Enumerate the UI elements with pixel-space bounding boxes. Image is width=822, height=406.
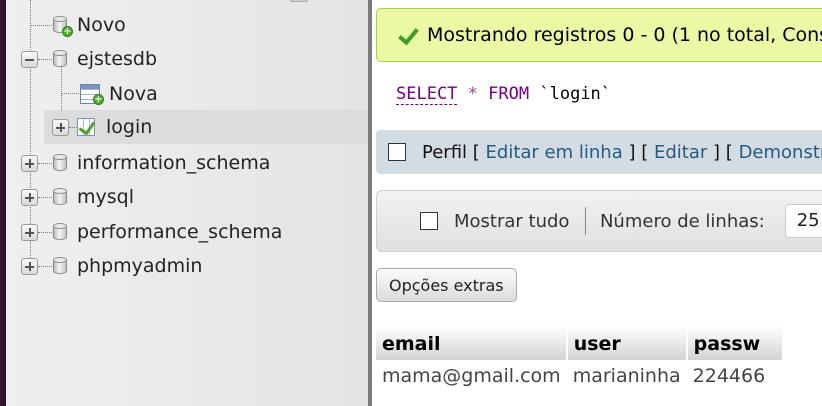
tree-item-label: login xyxy=(106,116,153,138)
navigation-scroll-knob[interactable] xyxy=(290,0,308,2)
rows-count-label: Número de linhas: xyxy=(599,210,765,232)
success-message-text: Mostrando registros 0 - 0 (1 no total, C… xyxy=(427,24,822,46)
expand-icon[interactable] xyxy=(21,257,38,275)
success-message: Mostrando registros 0 - 0 (1 no total, C… xyxy=(376,8,822,62)
tree-item-label: Novo xyxy=(77,14,126,36)
sql-keyword-select: SELECT xyxy=(396,84,458,105)
table-row: mama@gmail.com marianinha 224466 xyxy=(376,360,783,392)
rows-count-select[interactable]: 25 xyxy=(784,204,822,238)
profiling-checkbox[interactable] xyxy=(388,143,406,161)
table-header-row: email user passw xyxy=(376,326,785,360)
tree-item-label: information_schema xyxy=(77,152,271,174)
tree-item-label: ejstesdb xyxy=(77,48,158,70)
expand-icon[interactable] xyxy=(21,223,38,241)
new-database-icon: + xyxy=(52,15,73,37)
bracket: [ xyxy=(641,141,649,163)
edit-link[interactable]: Editar xyxy=(654,142,707,163)
database-icon xyxy=(52,153,68,173)
column-header-email[interactable]: email xyxy=(376,326,568,360)
tree-item-information-schema[interactable]: information_schema xyxy=(21,146,270,180)
extra-options-button[interactable]: Opções extras xyxy=(376,268,517,302)
expand-icon[interactable] xyxy=(21,188,38,206)
check-icon xyxy=(397,25,417,45)
bracket: [ xyxy=(725,141,733,163)
bracket: [ xyxy=(472,141,480,163)
tree-item-label: Nova xyxy=(109,83,158,105)
tree-item-label: phpmyadmin xyxy=(77,255,203,277)
results-navigation-bar: Mostrar tudo Número de linhas: 25 xyxy=(376,190,822,252)
edit-inline-link[interactable]: Editar em linha xyxy=(486,142,623,163)
sql-star: * xyxy=(467,84,478,104)
sql-options-bar: Perfil [ Editar em linha ] [ Editar ] [ … xyxy=(376,130,822,174)
table-cell-passw[interactable]: 224466 xyxy=(687,360,784,392)
tree-item-performance-schema[interactable]: performance_schema xyxy=(21,215,282,249)
expand-icon[interactable] xyxy=(21,154,38,172)
divider xyxy=(585,207,586,235)
collapse-icon[interactable] xyxy=(21,50,38,68)
database-icon xyxy=(52,256,68,276)
sql-query: SELECT * FROM `login` xyxy=(376,66,822,124)
explain-link[interactable]: Demonstrar xyxy=(739,142,822,163)
database-icon xyxy=(52,187,68,207)
tree-item-new-database[interactable]: + Novo xyxy=(52,8,126,42)
tree-item-label: performance_schema xyxy=(77,221,283,243)
tree-item-phpmyadmin[interactable]: phpmyadmin xyxy=(21,249,202,283)
new-table-icon: + xyxy=(80,84,104,105)
column-header-user[interactable]: user xyxy=(566,326,688,360)
navigation-panel: + Novo ejstesdb + Nova login information… xyxy=(6,0,368,406)
profiling-label: Perfil xyxy=(422,141,468,163)
database-icon xyxy=(52,222,68,242)
column-header-passw[interactable]: passw xyxy=(686,326,785,360)
sql-keyword-from: FROM xyxy=(488,84,530,104)
table-cell-email[interactable]: mama@gmail.com xyxy=(376,360,567,392)
show-all-label: Mostrar tudo xyxy=(454,210,570,232)
sql-table-name: `login` xyxy=(539,84,612,104)
view-icon xyxy=(77,117,99,137)
tree-branch xyxy=(30,25,52,26)
tree-item-new-table[interactable]: + Nova xyxy=(80,77,158,111)
bracket: ] xyxy=(713,141,721,163)
tree-item-label: mysql xyxy=(77,186,134,208)
tree-item-ejstesdb[interactable]: ejstesdb xyxy=(21,42,157,76)
database-icon xyxy=(52,49,68,69)
tree-item-login[interactable]: login xyxy=(44,110,368,144)
table-cell-user[interactable]: marianinha xyxy=(567,360,687,392)
results-table: email user passw mama@gmail.com marianin… xyxy=(376,326,785,392)
tree-item-mysql[interactable]: mysql xyxy=(21,180,134,214)
expand-icon[interactable] xyxy=(52,118,69,136)
show-all-checkbox[interactable] xyxy=(420,212,438,230)
bracket: ] xyxy=(628,141,636,163)
main-content: Mostrando registros 0 - 0 (1 no total, C… xyxy=(372,0,822,406)
